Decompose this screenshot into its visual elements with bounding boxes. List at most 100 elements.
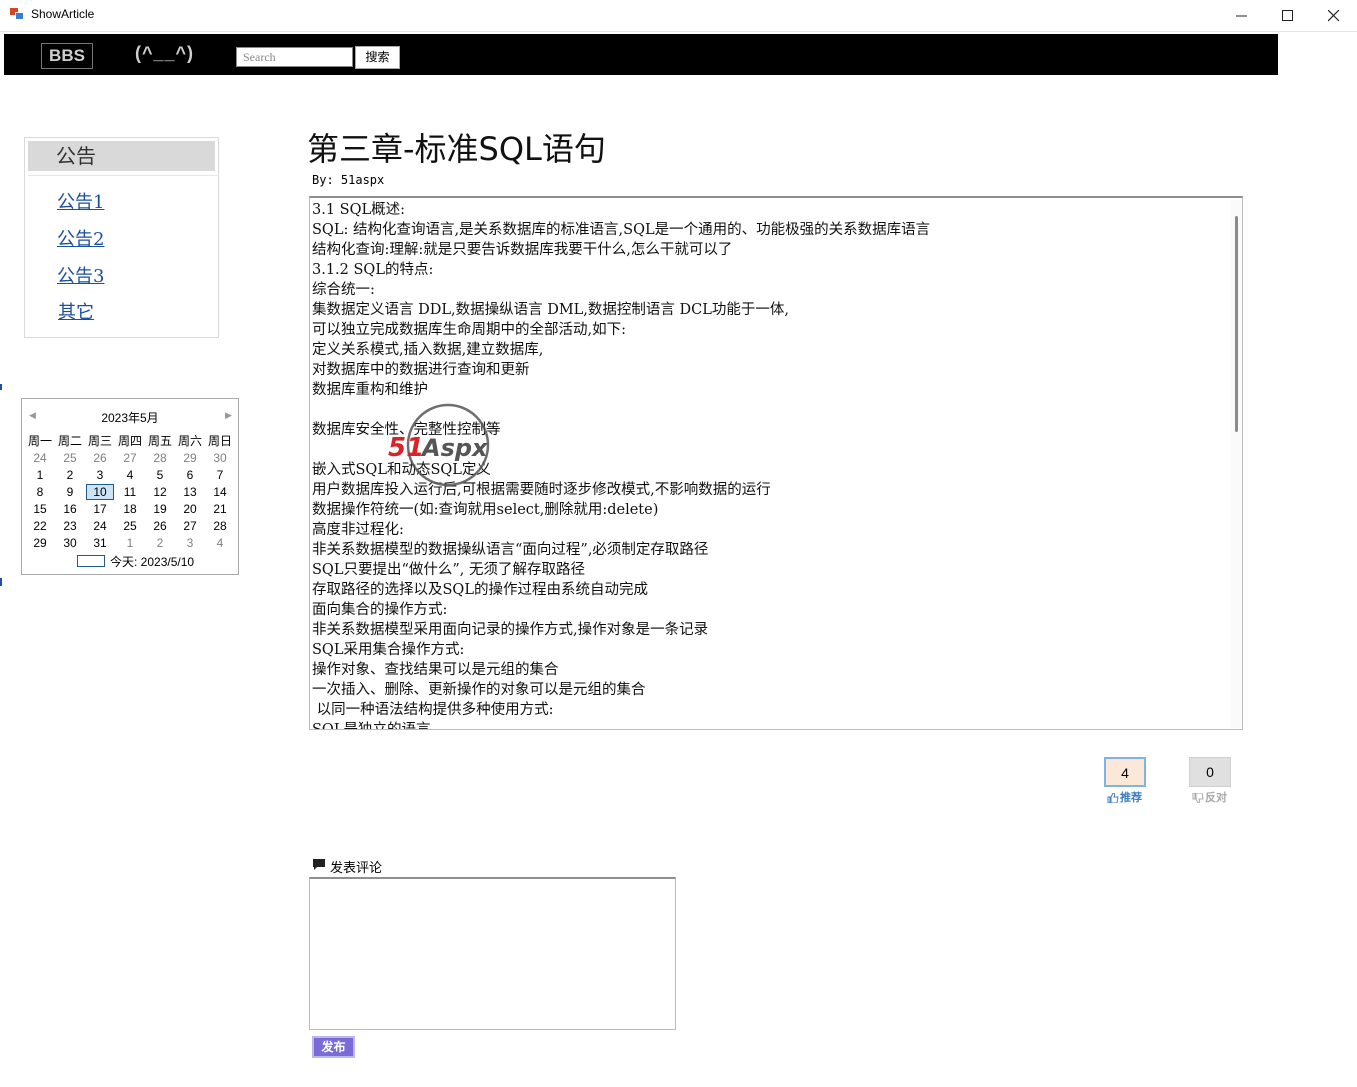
notice-link-3[interactable]: 公告3	[57, 262, 104, 288]
calendar-day[interactable]: 27	[115, 450, 145, 467]
calendar-week-row: 8 9 10 11 12 13 14	[25, 484, 235, 501]
close-button[interactable]	[1311, 0, 1357, 31]
comment-textarea[interactable]	[309, 877, 676, 1030]
left-edge-mark	[0, 578, 2, 586]
calendar-weekday: 周六	[177, 434, 202, 448]
calendar-day[interactable]: 2	[145, 535, 175, 552]
calendar-day[interactable]: 15	[25, 501, 55, 518]
calendar-day-label: 27	[123, 451, 137, 465]
article-content-box[interactable]: 3.1 SQL概述: SQL: 结构化查询语言,是关系数据库的标准语言,SQL是一…	[309, 196, 1243, 730]
close-icon	[1328, 10, 1340, 22]
calendar-day[interactable]: 28	[205, 518, 235, 535]
article-line: 定义关系模式,插入数据,建立数据库,	[312, 342, 544, 358]
calendar-day[interactable]: 29	[25, 535, 55, 552]
calendar-day[interactable]: 23	[55, 518, 85, 535]
calendar-day-label: 19	[153, 502, 167, 516]
calendar-day[interactable]: 11	[115, 484, 145, 501]
oppose-count[interactable]: 0	[1189, 757, 1231, 787]
calendar-day[interactable]: 3	[175, 535, 205, 552]
calendar-day-label: 17	[93, 502, 107, 516]
calendar-day[interactable]: 12	[145, 484, 175, 501]
article-line: SQL是独立的语言	[312, 722, 431, 730]
calendar-day[interactable]: 8	[25, 484, 55, 501]
left-edge-mark	[0, 384, 2, 390]
calendar-day-label: 8	[36, 485, 44, 499]
notice-link-1[interactable]: 公告1	[57, 188, 104, 214]
calendar-day[interactable]: 1	[115, 535, 145, 552]
calendar-day[interactable]: 25	[115, 518, 145, 535]
oppose-button[interactable]: 反对	[1192, 789, 1227, 805]
article-title: 第三章-标准SQL语句	[307, 130, 606, 168]
calendar-day[interactable]: 2	[55, 467, 85, 484]
calendar-day[interactable]: 7	[205, 467, 235, 484]
recommend-button[interactable]: 推荐	[1107, 789, 1142, 805]
minimize-button[interactable]	[1219, 0, 1265, 31]
calendar-day[interactable]: 14	[205, 484, 235, 501]
calendar-day[interactable]: 22	[25, 518, 55, 535]
calendar-day[interactable]: 17	[85, 501, 115, 518]
calendar-day[interactable]: 18	[115, 501, 145, 518]
article-scrollbar[interactable]	[1231, 200, 1242, 728]
calendar-today-label: 今天: 2023/5/10	[110, 555, 195, 569]
calendar-day[interactable]: 21	[205, 501, 235, 518]
calendar-day-label: 25	[123, 519, 137, 533]
month-calendar[interactable]: ◀ 2023年5月 ▶ 周一 周二 周三 周四 周五 周六 周日 24 25 26 27 28 29 30…	[21, 398, 239, 575]
calendar-day[interactable]: 1	[25, 467, 55, 484]
search-button[interactable]: 搜索	[355, 46, 400, 69]
calendar-day-label: 3	[96, 468, 104, 482]
calendar-day[interactable]: 24	[25, 450, 55, 467]
calendar-day-label: 29	[33, 536, 47, 550]
calendar-day-label: 24	[93, 519, 107, 533]
calendar-day[interactable]: 29	[175, 450, 205, 467]
calendar-day-label: 3	[186, 536, 194, 550]
article-line	[312, 400, 1227, 420]
article-line: 非关系数据模型采用面向记录的操作方式,操作对象是一条记录	[312, 622, 709, 638]
calendar-day[interactable]: 19	[145, 501, 175, 518]
calendar-day[interactable]: 20	[175, 501, 205, 518]
calendar-day[interactable]: 16	[55, 501, 85, 518]
calendar-day[interactable]: 10	[85, 484, 115, 501]
calendar-day[interactable]: 3	[85, 467, 115, 484]
top-navbar: BBS (^__^) 搜索	[4, 34, 1278, 75]
calendar-day[interactable]: 24	[85, 518, 115, 535]
calendar-day[interactable]: 5	[145, 467, 175, 484]
calendar-day[interactable]: 26	[145, 518, 175, 535]
calendar-weekday: 周四	[117, 434, 142, 448]
search-input[interactable]	[236, 47, 353, 67]
article-line: 对数据库中的数据进行查询和更新	[312, 362, 530, 378]
article-line: 结构化查询:理解:就是只要告诉数据库我要干什么,怎么干就可以了	[312, 242, 733, 258]
calendar-day[interactable]: 25	[55, 450, 85, 467]
maximize-button[interactable]	[1265, 0, 1311, 31]
calendar-day[interactable]: 13	[175, 484, 205, 501]
calendar-day[interactable]: 9	[55, 484, 85, 501]
calendar-day[interactable]: 27	[175, 518, 205, 535]
comment-icon	[313, 859, 325, 870]
maximize-icon	[1282, 10, 1293, 21]
publish-button[interactable]: 发布	[312, 1036, 355, 1058]
calendar-day[interactable]: 26	[85, 450, 115, 467]
window-titlebar: ShowArticle	[0, 0, 1357, 32]
calendar-day[interactable]: 6	[175, 467, 205, 484]
calendar-day-label: 24	[33, 451, 47, 465]
article-line: 综合统一:	[312, 282, 375, 298]
scrollbar-thumb[interactable]	[1235, 216, 1238, 432]
notice-link-other[interactable]: 其它	[58, 298, 94, 324]
calendar-day-label: 25	[63, 451, 77, 465]
calendar-day[interactable]: 31	[85, 535, 115, 552]
notice-link-2[interactable]: 公告2	[57, 225, 104, 251]
article-line: 高度非过程化:	[312, 522, 404, 538]
calendar-day[interactable]: 30	[205, 450, 235, 467]
calendar-next-icon[interactable]: ▶	[225, 410, 232, 421]
calendar-day[interactable]: 4	[115, 467, 145, 484]
calendar-today[interactable]: 今天: 2023/5/10	[77, 553, 237, 569]
calendar-week-row: 24 25 26 27 28 29 30	[25, 450, 235, 467]
calendar-day-label: 27	[183, 519, 197, 533]
calendar-day-label: 31	[93, 536, 107, 550]
calendar-day[interactable]: 4	[205, 535, 235, 552]
recommend-count[interactable]: 4	[1104, 757, 1146, 787]
calendar-day[interactable]: 28	[145, 450, 175, 467]
calendar-day-label: 12	[153, 485, 167, 499]
calendar-day[interactable]: 30	[55, 535, 85, 552]
brand-logo[interactable]: BBS	[41, 43, 93, 69]
calendar-day-label: 4	[216, 536, 224, 550]
